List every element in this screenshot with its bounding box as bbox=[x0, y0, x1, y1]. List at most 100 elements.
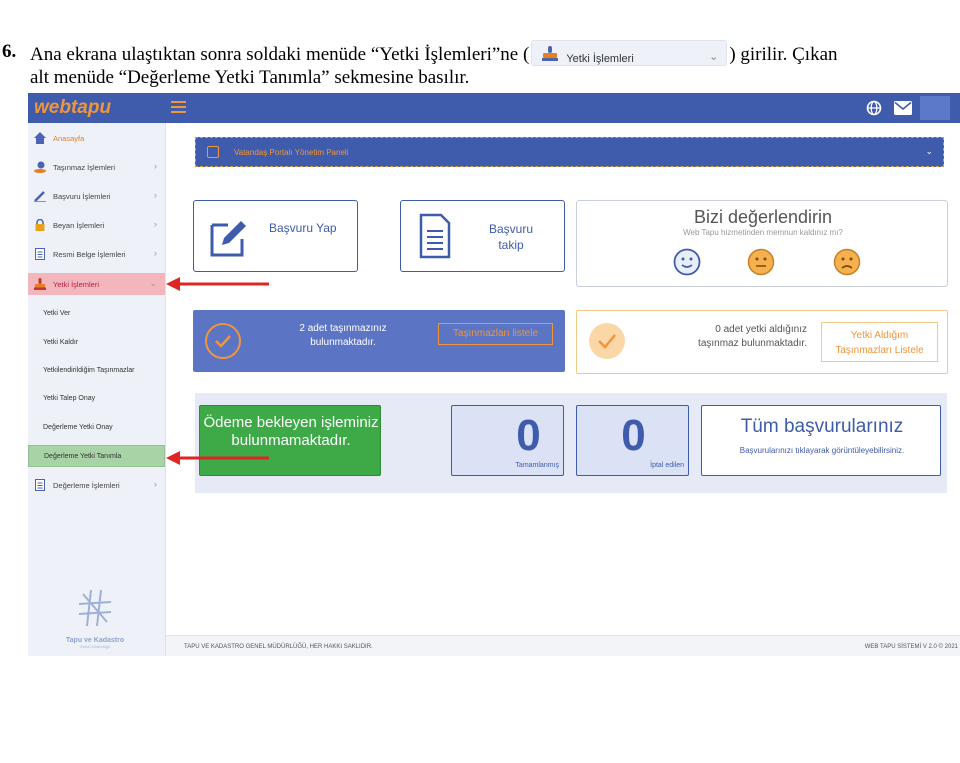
track-label-line1: Başvuru bbox=[488, 222, 534, 236]
hamburger-menu-icon[interactable] bbox=[171, 101, 186, 114]
sidebar-item-label: Taşınmaz İşlemleri bbox=[53, 163, 116, 172]
completed-count: 0 bbox=[516, 411, 541, 460]
footer-copyright: TAPU VE KADASTRO GENEL MÜDÜRLÜĞÜ, HER HA… bbox=[184, 644, 373, 650]
smiley-sad-icon[interactable] bbox=[833, 248, 861, 276]
authorized-text: 0 adet yetki aldığınız taşınmaz bulunmakt… bbox=[637, 323, 807, 351]
chevron-right-icon: › bbox=[154, 219, 157, 229]
track-card[interactable]: Başvuru takip bbox=[400, 200, 565, 272]
track-label-line2: takip bbox=[498, 238, 524, 252]
properties-panel: 2 adet taşınmazınız bulunmaktadır. Taşınm… bbox=[193, 310, 565, 372]
lock-icon bbox=[35, 219, 45, 231]
annotation-arrow-yetki bbox=[166, 277, 269, 291]
sidebar-item-label: Anasayfa bbox=[53, 134, 85, 143]
apply-card[interactable]: Başvuru Yap bbox=[193, 200, 358, 272]
edit-icon bbox=[210, 221, 246, 257]
sidebar-sub-yetkilendirildigim[interactable]: Yetkilendirildiğim Taşınmazlar bbox=[28, 360, 165, 382]
payment-line1: Ödeme bekleyen işleminiz bbox=[203, 414, 379, 431]
tkgm-logo-icon bbox=[78, 589, 112, 627]
footer-version: WEB TAPU SİSTEMİ V 2.0 © 2021 bbox=[864, 644, 958, 650]
brand-logo[interactable]: webtapu bbox=[28, 93, 166, 123]
cancelled-count: 0 bbox=[621, 411, 646, 460]
sidebar-item-degerleme[interactable]: Değerleme İşlemleri › bbox=[28, 474, 165, 496]
sidebar-item-label: Değerleme İşlemleri bbox=[53, 481, 120, 490]
sidebar-sub-label: Değerleme Yetki Tanımla bbox=[44, 453, 122, 460]
org-logo: Tapu ve Kadastro Genel Müdürlüğü bbox=[60, 588, 130, 649]
chevron-down-icon: ⌄ bbox=[709, 51, 719, 63]
track-label: Başvuru takip bbox=[476, 221, 546, 253]
sidebar: Anasayfa Taşınmaz İşlemleri › Başvuru İş… bbox=[28, 123, 166, 656]
stamp-icon bbox=[34, 278, 46, 290]
smiley-happy-icon[interactable] bbox=[673, 248, 701, 276]
payment-line2: bulunmamaktadır. bbox=[231, 432, 351, 449]
sidebar-sub-yetki-talep-onay[interactable]: Yetki Talep Onay bbox=[28, 388, 165, 410]
sidebar-item-home[interactable]: Anasayfa bbox=[28, 127, 165, 149]
brand-web: web bbox=[34, 97, 71, 118]
cancelled-label: İptal edilen bbox=[650, 462, 684, 469]
rating-title: Bizi değerlendirin bbox=[693, 207, 833, 227]
sidebar-item-tasinmaz[interactable]: Taşınmaz İşlemleri › bbox=[28, 156, 165, 178]
chevron-down-icon: ⌄ bbox=[925, 146, 933, 156]
sidebar-item-beyan[interactable]: Beyan İşlemleri › bbox=[28, 214, 165, 236]
instruction-text-after: ) girilir. Çıkan bbox=[729, 44, 838, 65]
sidebar-sub-yetki-kaldir[interactable]: Yetki Kaldır bbox=[28, 332, 165, 354]
instruction-line-2: alt menüde “Değerleme Yetki Tanımla” sek… bbox=[30, 67, 470, 88]
authorized-button-line2: Taşınmazları Listele bbox=[835, 345, 924, 356]
completed-count-card[interactable]: 0 Tamamlanmış bbox=[451, 405, 564, 476]
list-authorized-properties-button[interactable]: Yetki Aldığım Taşınmazları Listele bbox=[821, 322, 938, 362]
footer: TAPU VE KADASTRO GENEL MÜDÜRLÜĞÜ, HER HA… bbox=[166, 635, 960, 656]
list-properties-button[interactable]: Taşınmazları listele bbox=[438, 323, 553, 345]
all-applications-subtitle: Başvurularınızı tıklayarak görüntüleyebi… bbox=[739, 446, 905, 455]
chevron-right-icon: › bbox=[154, 248, 157, 258]
sidebar-sub-degerleme-yetki-onay[interactable]: Değerleme Yetki Onay bbox=[28, 417, 165, 439]
panel-icon bbox=[207, 146, 219, 158]
document-icon bbox=[419, 213, 451, 259]
all-applications-card[interactable]: Tüm başvurularınız Başvurularınızı tıkla… bbox=[701, 405, 941, 476]
instruction-text-before: Ana ekrana ulaştıktan sonra soldaki menü… bbox=[30, 44, 530, 65]
inline-chip-label: Yetki İşlemleri bbox=[566, 53, 634, 65]
sidebar-item-yetki[interactable]: Yetki İşlemleri ⌄ bbox=[28, 273, 165, 295]
check-circle-icon bbox=[589, 323, 625, 359]
chevron-right-icon: › bbox=[154, 190, 157, 200]
chevron-right-icon: › bbox=[154, 479, 157, 489]
sidebar-sub-degerleme-yetki-tanimla[interactable]: Değerleme Yetki Tanımla bbox=[28, 445, 165, 467]
all-applications-title: Tüm başvurularınız bbox=[740, 416, 904, 437]
annotation-arrow-degerleme bbox=[166, 451, 269, 465]
panel-selector[interactable]: Vatandaş Portalı Yönetim Paneli ⌄ bbox=[195, 137, 944, 167]
pen-icon bbox=[34, 191, 46, 202]
apply-label: Başvuru Yap bbox=[269, 221, 337, 235]
instruction-line-1: Ana ekrana ulaştıktan sonra soldaki menü… bbox=[30, 40, 838, 67]
org-logo-line1: Tapu ve Kadastro bbox=[65, 637, 125, 644]
inline-menu-chip: Yetki İşlemleri ⌄ bbox=[531, 40, 728, 66]
sidebar-item-resmi-belge[interactable]: Resmi Belge İşlemleri › bbox=[28, 243, 165, 265]
check-circle-icon bbox=[205, 323, 241, 359]
sidebar-sub-label: Değerleme Yetki Onay bbox=[43, 424, 113, 431]
completed-label: Tamamlanmış bbox=[515, 462, 559, 469]
step-number: 6. bbox=[2, 41, 17, 62]
user-avatar[interactable] bbox=[920, 96, 950, 120]
globe-icon[interactable] bbox=[866, 100, 882, 116]
sidebar-sub-yetki-ver[interactable]: Yetki Ver bbox=[28, 303, 165, 325]
map-pin-icon bbox=[34, 161, 46, 173]
org-logo-line2: Genel Müdürlüğü bbox=[79, 644, 111, 649]
sidebar-item-basvuru[interactable]: Başvuru İşlemleri › bbox=[28, 185, 165, 207]
sidebar-sub-label: Yetki Kaldır bbox=[43, 339, 79, 346]
sidebar-item-label: Beyan İşlemleri bbox=[53, 221, 105, 230]
chevron-down-icon: ⌄ bbox=[149, 278, 157, 288]
authorized-properties-panel: 0 adet yetki aldığınız taşınmaz bulunmakt… bbox=[576, 310, 948, 374]
brand-tapu: tapu bbox=[70, 97, 112, 118]
stamp-icon bbox=[542, 46, 559, 61]
sidebar-item-label: Resmi Belge İşlemleri bbox=[53, 250, 126, 259]
mail-icon[interactable] bbox=[894, 101, 912, 115]
authorized-text-line2: taşınmaz bulunmaktadır. bbox=[698, 338, 807, 349]
webtapu-app: webtapu Anasayfa Taşınmaz İşlemleri › Ba… bbox=[28, 93, 960, 656]
main-content: Vatandaş Portalı Yönetim Paneli ⌄ Başvur… bbox=[166, 123, 960, 656]
rating-card: Bizi değerlendirin Web Tapu hizmetinden … bbox=[576, 200, 948, 287]
rating-subtitle: Web Tapu hizmetinden memnun kaldınız mı? bbox=[683, 228, 843, 237]
payment-status-text: Ödeme bekleyen işleminiz bulunmamaktadır. bbox=[200, 414, 382, 450]
home-icon bbox=[34, 132, 46, 144]
properties-text-line2: bulunmaktadır. bbox=[310, 337, 376, 348]
cancelled-count-card[interactable]: 0 İptal edilen bbox=[576, 405, 689, 476]
sidebar-item-label: Yetki İşlemleri bbox=[53, 280, 99, 289]
smiley-neutral-icon[interactable] bbox=[747, 248, 775, 276]
sidebar-sub-label: Yetkilendirildiğim Taşınmazlar bbox=[43, 367, 135, 374]
